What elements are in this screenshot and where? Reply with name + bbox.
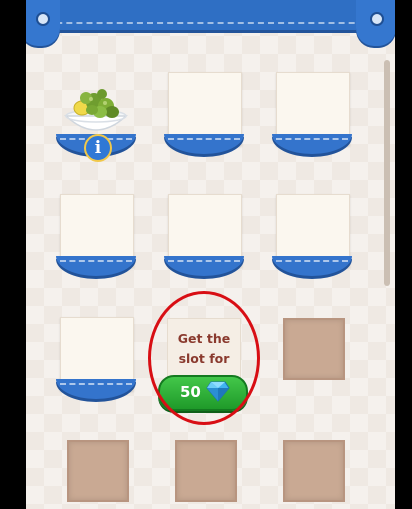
slot-pocket: [56, 256, 136, 276]
slot-pocket: [164, 256, 244, 276]
slot-pocket: [56, 379, 136, 399]
info-button[interactable]: i: [84, 134, 112, 162]
inventory-slot-empty[interactable]: [272, 72, 352, 172]
scrollbar[interactable]: [384, 60, 390, 286]
inventory-slot-empty[interactable]: [272, 194, 352, 294]
annotation-circle: [148, 291, 260, 425]
inventory-slot-empty[interactable]: [164, 72, 244, 172]
locked-slot[interactable]: [175, 440, 237, 502]
inventory-slot-empty[interactable]: [56, 194, 136, 294]
rivet-icon: [36, 12, 50, 26]
inventory-slot-empty[interactable]: [56, 317, 136, 417]
inventory-panel: i: [26, 0, 395, 509]
inventory-slot-olive-bowl[interactable]: i: [56, 72, 136, 172]
locked-slot[interactable]: [283, 440, 345, 502]
olive-bowl-icon: [64, 80, 128, 136]
slot-pocket: [164, 134, 244, 154]
banner-flap-left: [26, 0, 60, 46]
locked-slot[interactable]: [67, 440, 129, 502]
game-screen: i Get the slot for 50: [0, 0, 412, 509]
inventory-slot-empty[interactable]: [164, 194, 244, 294]
banner-flap-right: [356, 0, 395, 46]
locked-slot[interactable]: [283, 318, 345, 380]
slot-pocket: [272, 134, 352, 154]
panel-top-banner: [26, 0, 395, 33]
slot-pocket: [272, 256, 352, 276]
rivet-icon: [370, 12, 384, 26]
